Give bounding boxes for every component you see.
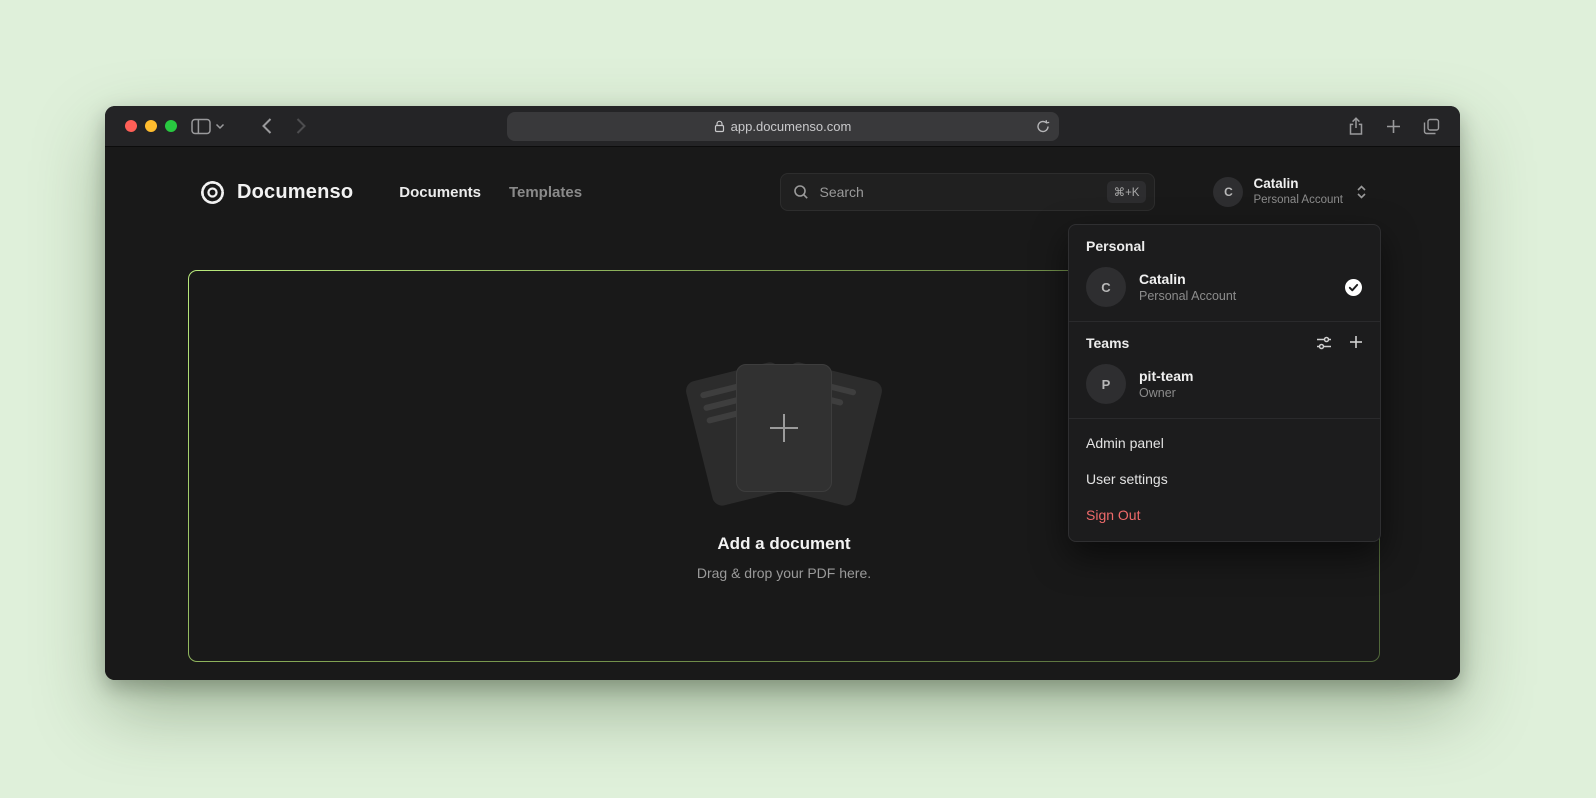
search-placeholder: Search xyxy=(819,184,863,200)
refresh-icon[interactable] xyxy=(1036,119,1050,134)
brand[interactable]: Documenso xyxy=(199,179,353,206)
lock-icon xyxy=(714,120,725,133)
team-role: Owner xyxy=(1139,385,1193,401)
zoom-window-button[interactable] xyxy=(165,120,177,132)
dropzone-title: Add a document xyxy=(717,534,850,554)
document-stack-illustration xyxy=(664,352,904,504)
personal-account-name: Catalin xyxy=(1139,270,1236,288)
back-button-icon[interactable] xyxy=(261,117,273,135)
main-nav: Documents Templates xyxy=(399,184,582,201)
menu-item-admin-panel[interactable]: Admin panel xyxy=(1069,425,1380,461)
browser-window: app.documenso.com xyxy=(105,106,1460,680)
documenso-app: Documenso Documents Templates Search ⌘+K… xyxy=(105,147,1460,680)
tab-overview-icon[interactable] xyxy=(1423,118,1440,135)
search-icon xyxy=(793,184,809,200)
dropzone-subtitle: Drag & drop your PDF here. xyxy=(697,565,871,581)
menu-item-user-settings[interactable]: User settings xyxy=(1069,461,1380,497)
nav-templates[interactable]: Templates xyxy=(509,184,582,201)
personal-section-header: Personal xyxy=(1069,225,1380,261)
account-subtitle: Personal Account xyxy=(1253,193,1343,207)
sidebar-toggle-icon[interactable] xyxy=(191,118,211,135)
menu-item-sign-out[interactable]: Sign Out xyxy=(1069,497,1380,533)
team-name: pit-team xyxy=(1139,367,1193,385)
menu-links-section: Admin panel User settings Sign Out xyxy=(1069,418,1380,541)
documenso-logo-icon xyxy=(199,179,226,206)
search-input[interactable]: Search ⌘+K xyxy=(780,173,1155,211)
url-text: app.documenso.com xyxy=(731,119,852,134)
avatar: C xyxy=(1086,267,1126,307)
brand-name: Documenso xyxy=(237,181,353,204)
traffic-lights xyxy=(125,120,177,132)
nav-documents[interactable]: Documents xyxy=(399,184,481,201)
chevron-up-down-icon xyxy=(1355,184,1368,200)
check-circle-icon xyxy=(1344,278,1363,297)
address-bar[interactable]: app.documenso.com xyxy=(507,112,1059,141)
avatar: C xyxy=(1213,177,1243,207)
forward-button-icon[interactable] xyxy=(295,117,307,135)
share-icon[interactable] xyxy=(1348,117,1364,136)
close-window-button[interactable] xyxy=(125,120,137,132)
document-card-center xyxy=(736,364,832,492)
personal-account-item[interactable]: C Catalin Personal Account xyxy=(1069,261,1380,321)
search-shortcut-badge: ⌘+K xyxy=(1107,181,1147,203)
minimize-window-button[interactable] xyxy=(145,120,157,132)
new-tab-plus-icon[interactable] xyxy=(1386,119,1401,134)
avatar: P xyxy=(1086,364,1126,404)
add-team-icon[interactable] xyxy=(1349,335,1363,351)
teams-section-header: Teams xyxy=(1069,321,1380,358)
account-name: Catalin xyxy=(1253,176,1343,193)
account-menu-button[interactable]: C Catalin Personal Account xyxy=(1213,176,1368,207)
plus-icon xyxy=(764,408,804,448)
sidebar-chevron-down-icon[interactable] xyxy=(215,121,225,131)
team-item[interactable]: P pit-team Owner xyxy=(1069,358,1380,418)
personal-account-subtitle: Personal Account xyxy=(1139,288,1236,304)
browser-toolbar: app.documenso.com xyxy=(105,106,1460,147)
teams-header-label: Teams xyxy=(1086,335,1129,351)
account-dropdown-menu: Personal C Catalin Personal Account Team… xyxy=(1068,224,1381,542)
manage-teams-icon[interactable] xyxy=(1316,335,1332,351)
